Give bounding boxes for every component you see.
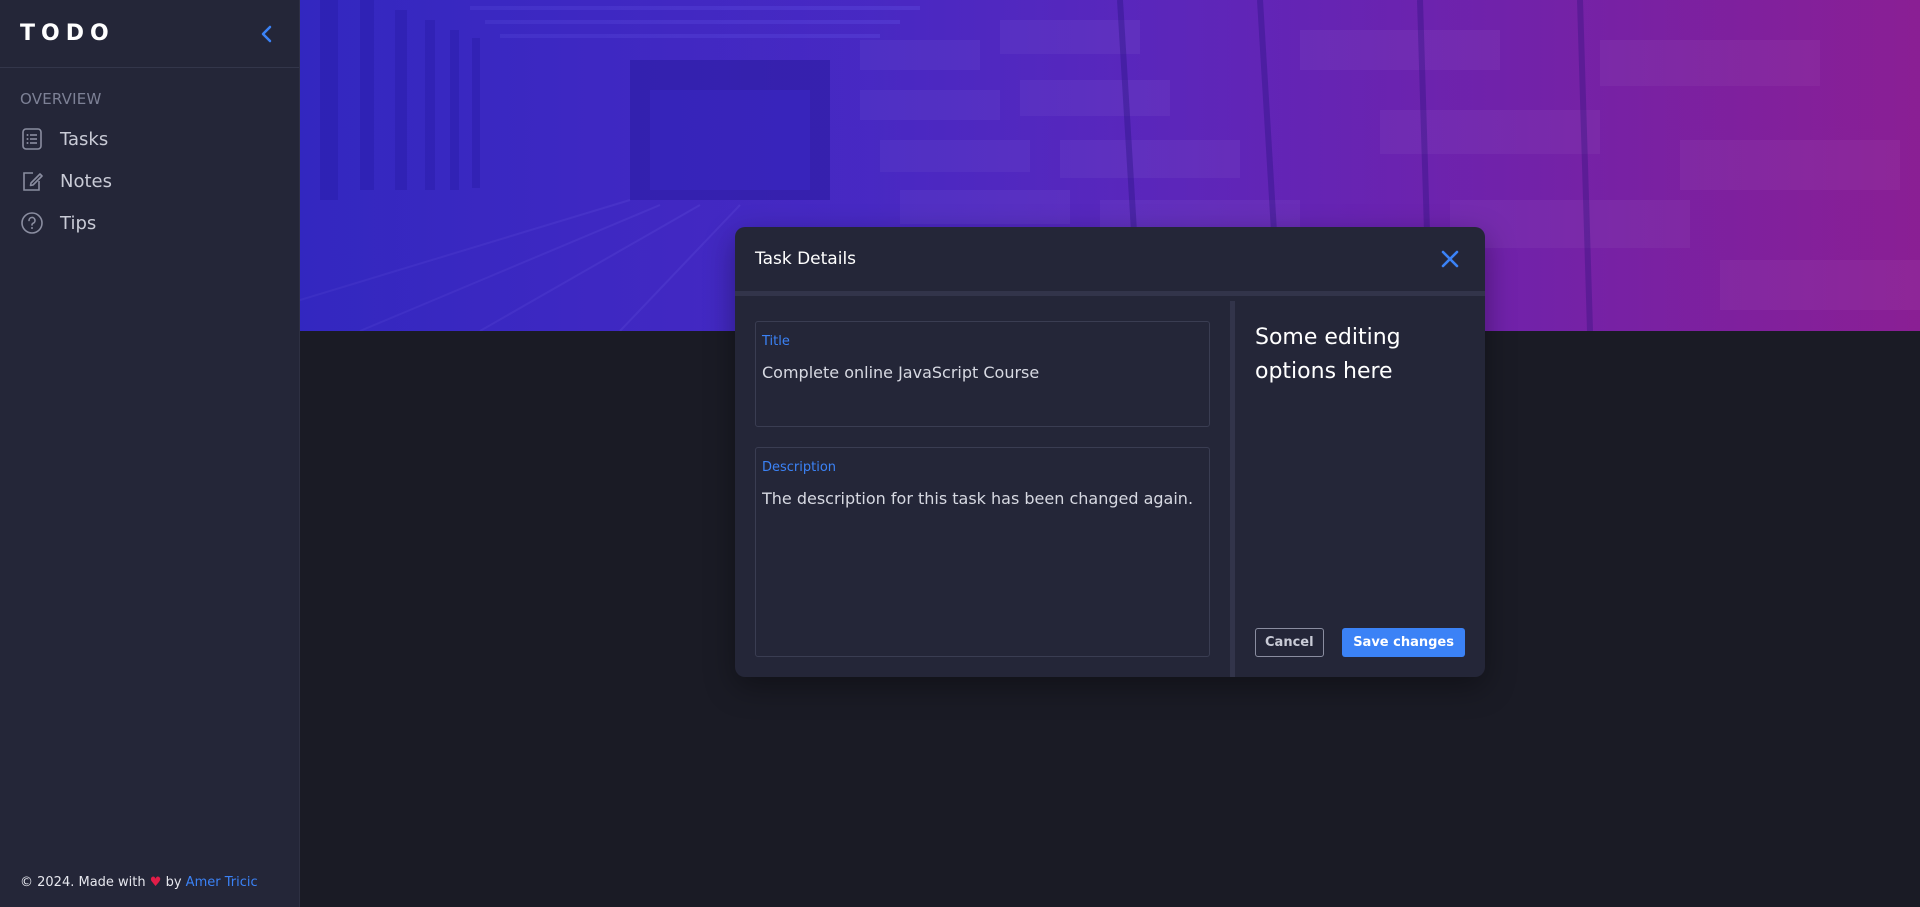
sidebar-item-label: Notes — [60, 170, 112, 192]
sidebar-nav: Tasks Notes Tips — [0, 118, 299, 244]
description-label: Description — [762, 460, 837, 475]
author-link[interactable]: Amer Tricic — [186, 875, 258, 890]
footer-text: © 2024. Made with — [20, 875, 146, 890]
heart-icon: ♥ — [149, 875, 162, 890]
task-details-modal: Task Details Title Description The descr… — [735, 227, 1485, 677]
title-label: Title — [762, 334, 790, 349]
title-field: Title — [755, 321, 1210, 427]
editing-options-panel: Some editing options here Cancel Save ch… — [1235, 301, 1485, 677]
title-input[interactable] — [762, 363, 1203, 382]
close-icon — [1441, 250, 1459, 268]
app-brand: TODO — [20, 21, 115, 46]
modal-header: Task Details — [735, 227, 1485, 296]
collapse-sidebar-button[interactable] — [255, 22, 279, 46]
sidebar-item-label: Tips — [60, 212, 97, 234]
sidebar-item-tips[interactable]: Tips — [0, 202, 299, 244]
sidebar: TODO OVERVIEW Tasks Notes Tips © 2024. M… — [0, 0, 300, 907]
sidebar-section-label: OVERVIEW — [20, 90, 102, 108]
chevron-left-icon — [261, 25, 272, 42]
description-textarea[interactable]: The description for this task has been c… — [762, 489, 1203, 639]
close-modal-button[interactable] — [1437, 246, 1463, 272]
sidebar-header: TODO — [0, 0, 299, 68]
note-edit-icon — [20, 169, 44, 193]
tasks-list-icon — [20, 127, 44, 151]
cancel-button[interactable]: Cancel — [1255, 628, 1324, 657]
modal-body: Title Description The description for th… — [735, 301, 1485, 677]
description-field: Description The description for this tas… — [755, 447, 1210, 657]
modal-form: Title Description The description for th… — [735, 301, 1235, 677]
sidebar-footer: © 2024. Made with ♥ by Amer Tricic — [20, 875, 258, 890]
footer-by: by — [165, 875, 182, 890]
save-changes-button[interactable]: Save changes — [1342, 628, 1465, 657]
modal-actions: Cancel Save changes — [1255, 628, 1465, 657]
modal-title: Task Details — [755, 249, 857, 269]
editing-options-text: Some editing options here — [1255, 325, 1401, 384]
sidebar-item-tasks[interactable]: Tasks — [0, 118, 299, 160]
sidebar-item-notes[interactable]: Notes — [0, 160, 299, 202]
sidebar-item-label: Tasks — [60, 128, 109, 150]
question-circle-icon — [20, 211, 44, 235]
